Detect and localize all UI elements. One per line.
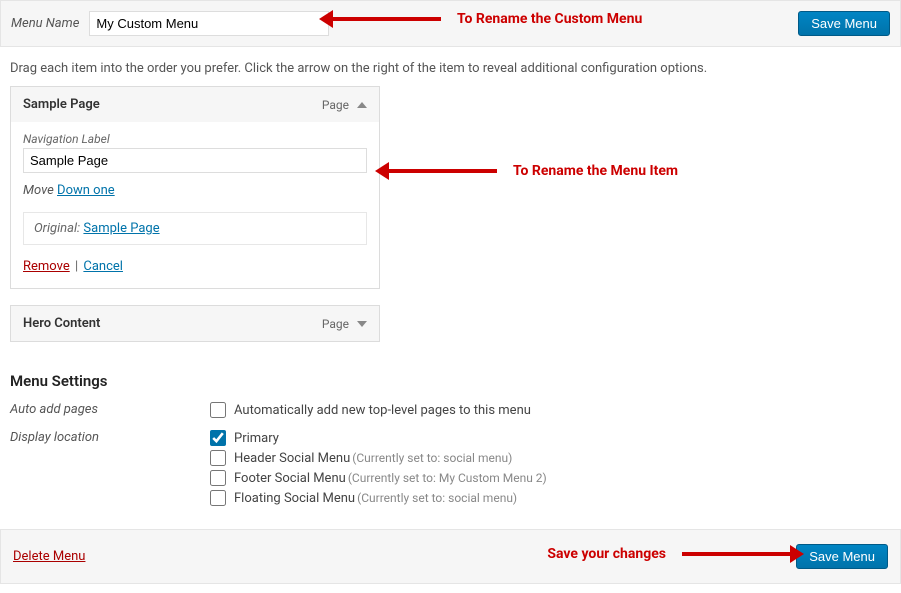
menu-item-type: Page [322, 98, 349, 112]
menu-item-title: Hero Content [23, 316, 100, 331]
location-header-text: Header Social Menu [234, 451, 350, 466]
location-header-note: (Currently set to: social menu) [352, 451, 512, 465]
move-row: Move Down one [23, 183, 367, 198]
delete-menu-link[interactable]: Delete Menu [13, 549, 85, 564]
nav-label-input[interactable] [23, 148, 367, 173]
annotation-save-changes: Save your changes [547, 546, 792, 562]
menu-item-collapsed: Hero Content Page [10, 305, 380, 342]
instructions-text: Drag each item into the order you prefer… [0, 47, 901, 86]
location-floating-note: (Currently set to: social menu) [357, 491, 517, 505]
annotation-rename-menu: To Rename the Custom Menu [331, 11, 642, 27]
item-action-links: Remove | Cancel [23, 259, 367, 274]
expand-icon[interactable] [357, 321, 367, 327]
nav-label-caption: Navigation Label [23, 132, 367, 146]
menu-item-title: Sample Page [23, 97, 100, 112]
location-primary-checkbox[interactable] [210, 430, 226, 446]
menu-item-header[interactable]: Sample Page Page [11, 87, 379, 122]
menu-item-expanded: Sample Page Page Navigation Label Move D… [10, 86, 380, 289]
display-location-row: Display location Primary Header Social M… [0, 426, 901, 514]
menu-settings-heading: Menu Settings [0, 352, 901, 398]
remove-link[interactable]: Remove [23, 259, 70, 274]
menu-name-label: Menu Name [11, 16, 79, 31]
location-footer-text: Footer Social Menu [234, 471, 346, 486]
bottom-bar: Delete Menu Save your changes Save Menu [0, 529, 901, 584]
cancel-link[interactable]: Cancel [83, 259, 123, 274]
save-menu-button-bottom[interactable]: Save Menu [796, 544, 888, 569]
menu-name-row: Menu Name To Rename the Custom Menu Save… [0, 0, 901, 47]
auto-add-label: Auto add pages [10, 402, 210, 422]
location-footer-note: (Currently set to: My Custom Menu 2) [348, 471, 547, 485]
original-page-link[interactable]: Sample Page [83, 221, 159, 236]
menu-name-input[interactable] [89, 11, 329, 36]
location-floating-text: Floating Social Menu [234, 491, 355, 506]
collapse-icon[interactable] [357, 102, 367, 108]
location-header-checkbox[interactable] [210, 450, 226, 466]
location-floating-checkbox[interactable] [210, 490, 226, 506]
location-footer-checkbox[interactable] [210, 470, 226, 486]
pipe-divider: | [75, 259, 78, 274]
auto-add-text: Automatically add new top-level pages to… [234, 403, 531, 418]
save-menu-button-top[interactable]: Save Menu [798, 11, 890, 36]
menu-item-type: Page [322, 317, 349, 331]
menu-item-header[interactable]: Hero Content Page [11, 306, 379, 341]
location-primary-text: Primary [234, 431, 279, 446]
auto-add-row: Auto add pages Automatically add new top… [0, 398, 901, 426]
original-box: Original: Sample Page [23, 212, 367, 245]
display-location-label: Display location [10, 430, 210, 510]
move-down-link[interactable]: Down one [57, 183, 115, 198]
menu-items-list: Sample Page Page Navigation Label Move D… [0, 86, 901, 352]
menu-item-body: Navigation Label Move Down one Original:… [11, 122, 379, 288]
auto-add-checkbox[interactable] [210, 402, 226, 418]
